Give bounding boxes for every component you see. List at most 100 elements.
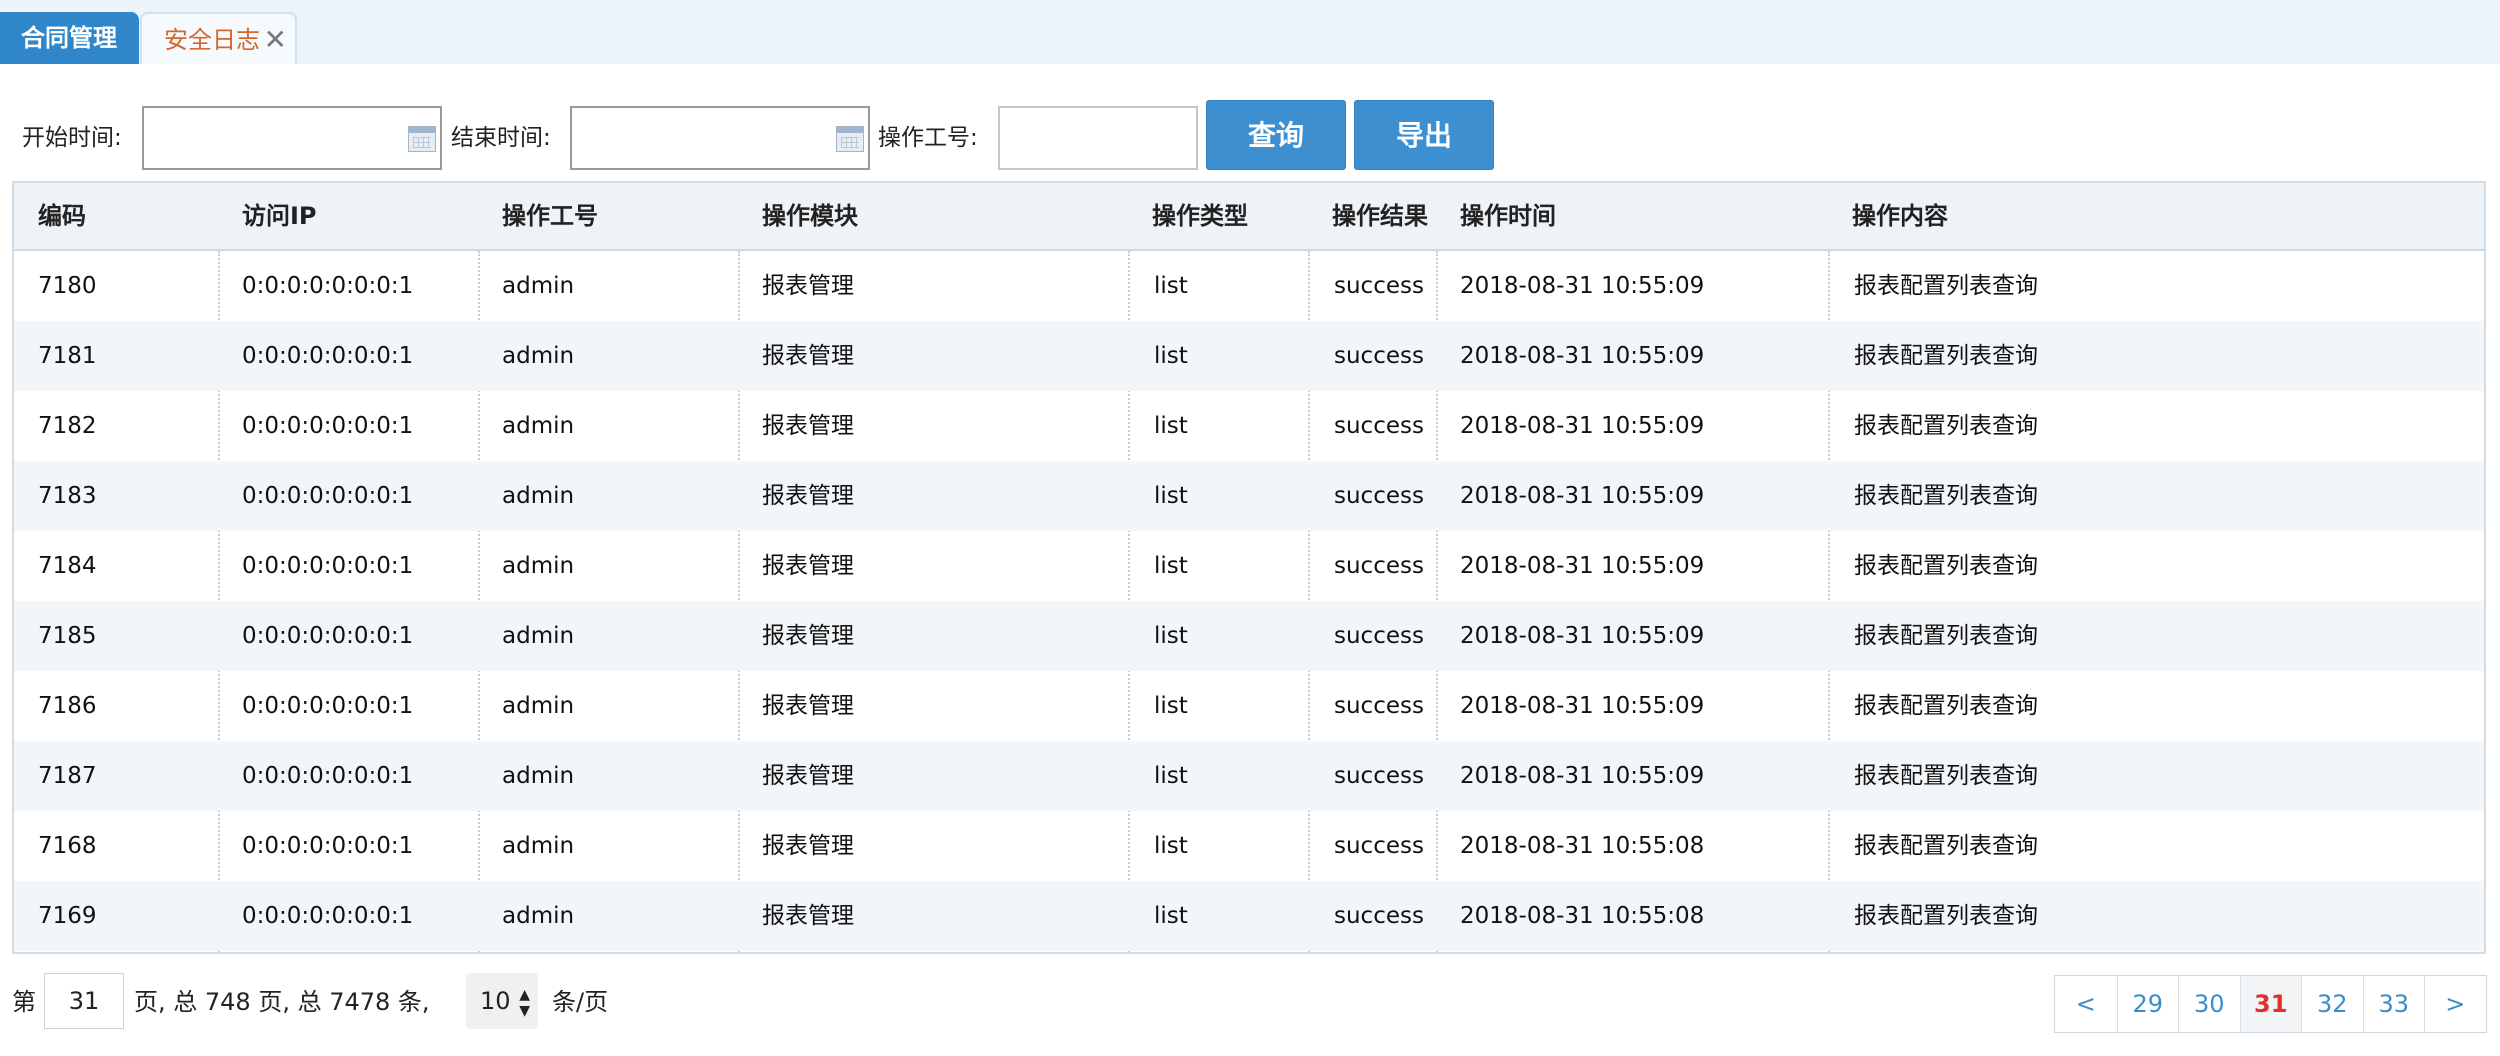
- close-icon[interactable]: ✕: [264, 14, 287, 66]
- cell-operator: admin: [502, 693, 575, 719]
- tab-contract-management[interactable]: 合同管理: [0, 12, 139, 64]
- cell-content: 报表配置列表查询: [1854, 833, 2038, 859]
- cell-code: 7183: [38, 483, 97, 509]
- col-header-module[interactable]: 操作模块: [762, 183, 858, 249]
- cell-time: 2018-08-31 10:55:09: [1460, 273, 1705, 299]
- page-link[interactable]: 32: [2301, 976, 2363, 1032]
- cell-module: 报表管理: [762, 413, 854, 439]
- cell-ip: 0:0:0:0:0:0:0:1: [242, 763, 414, 789]
- pager: < 29 30 31 32 33 >: [2054, 975, 2487, 1033]
- end-time-field[interactable]: [570, 106, 870, 170]
- col-header-content[interactable]: 操作内容: [1852, 183, 1948, 249]
- page-size-select[interactable]: 10 ▲ ▼: [466, 973, 538, 1029]
- cell-time: 2018-08-31 10:55:08: [1460, 833, 1705, 859]
- cell-module: 报表管理: [762, 343, 854, 369]
- table-row[interactable]: 7169 0:0:0:0:0:0:0:1 admin 报表管理 list suc…: [14, 881, 2484, 951]
- table-body: 7180 0:0:0:0:0:0:0:1 admin 报表管理 list suc…: [14, 251, 2484, 951]
- cell-result: success: [1334, 903, 1424, 929]
- page-link[interactable]: 33: [2362, 976, 2424, 1032]
- end-time-label: 结束时间:: [451, 125, 551, 151]
- cell-type: list: [1154, 273, 1188, 299]
- updown-arrow-icon: ▲ ▼: [519, 987, 530, 1019]
- cell-ip: 0:0:0:0:0:0:0:1: [242, 273, 414, 299]
- cell-content: 报表配置列表查询: [1854, 273, 2038, 299]
- table-row[interactable]: 7187 0:0:0:0:0:0:0:1 admin 报表管理 list suc…: [14, 741, 2484, 811]
- operator-id-field[interactable]: [998, 106, 1198, 170]
- export-button[interactable]: 导出: [1354, 100, 1494, 170]
- cell-code: 7181: [38, 343, 97, 369]
- page-summary: 页, 总 748 页, 总 7478 条,: [134, 988, 430, 1016]
- cell-type: list: [1154, 763, 1188, 789]
- table-row[interactable]: 7184 0:0:0:0:0:0:0:1 admin 报表管理 list suc…: [14, 531, 2484, 601]
- page-link[interactable]: 29: [2116, 976, 2178, 1032]
- cell-result: success: [1334, 553, 1424, 579]
- table-row[interactable]: 7168 0:0:0:0:0:0:0:1 admin 报表管理 list suc…: [14, 811, 2484, 881]
- tab-label: 合同管理: [21, 24, 117, 52]
- cell-operator: admin: [502, 833, 575, 859]
- cell-type: list: [1154, 343, 1188, 369]
- table-header: 编码 访问IP 操作工号 操作模块 操作类型 操作结果 操作时间 操作内容: [14, 183, 2484, 251]
- cell-result: success: [1334, 343, 1424, 369]
- cell-module: 报表管理: [762, 903, 854, 929]
- operator-id-input[interactable]: [1000, 108, 1169, 170]
- table-row[interactable]: 7185 0:0:0:0:0:0:0:1 admin 报表管理 list suc…: [14, 601, 2484, 671]
- col-header-type[interactable]: 操作类型: [1152, 183, 1248, 249]
- cell-ip: 0:0:0:0:0:0:0:1: [242, 413, 414, 439]
- start-time-field[interactable]: [142, 106, 442, 170]
- cell-module: 报表管理: [762, 693, 854, 719]
- cell-time: 2018-08-31 10:55:08: [1460, 903, 1705, 929]
- col-header-operator[interactable]: 操作工号: [502, 183, 598, 249]
- cell-code: 7185: [38, 623, 97, 649]
- cell-operator: admin: [502, 413, 575, 439]
- cell-operator: admin: [502, 343, 575, 369]
- cell-type: list: [1154, 903, 1188, 929]
- cell-operator: admin: [502, 273, 575, 299]
- page-number-input[interactable]: 31: [44, 973, 124, 1029]
- tab-label: 安全日志: [164, 26, 260, 54]
- cell-time: 2018-08-31 10:55:09: [1460, 763, 1705, 789]
- page-size-value: 10: [480, 987, 511, 1015]
- cell-content: 报表配置列表查询: [1854, 693, 2038, 719]
- cell-time: 2018-08-31 10:55:09: [1460, 693, 1705, 719]
- query-button[interactable]: 查询: [1206, 100, 1346, 170]
- cell-type: list: [1154, 623, 1188, 649]
- calendar-icon[interactable]: [836, 126, 864, 152]
- col-header-code[interactable]: 编码: [38, 183, 86, 249]
- calendar-icon[interactable]: [408, 126, 436, 152]
- cell-type: list: [1154, 413, 1188, 439]
- start-time-input[interactable]: [144, 108, 393, 170]
- prev-page-button[interactable]: <: [2055, 976, 2117, 1032]
- cell-code: 7180: [38, 273, 97, 299]
- cell-code: 7186: [38, 693, 97, 719]
- cell-operator: admin: [502, 903, 575, 929]
- cell-ip: 0:0:0:0:0:0:0:1: [242, 553, 414, 579]
- cell-module: 报表管理: [762, 763, 854, 789]
- table-row[interactable]: 7181 0:0:0:0:0:0:0:1 admin 报表管理 list suc…: [14, 321, 2484, 391]
- tab-security-log[interactable]: 安全日志 ✕: [140, 12, 297, 64]
- cell-code: 7187: [38, 763, 97, 789]
- page-link-current[interactable]: 31: [2239, 976, 2301, 1032]
- table-row[interactable]: 7186 0:0:0:0:0:0:0:1 admin 报表管理 list suc…: [14, 671, 2484, 741]
- end-time-input[interactable]: [572, 108, 821, 170]
- cell-content: 报表配置列表查询: [1854, 483, 2038, 509]
- cell-content: 报表配置列表查询: [1854, 343, 2038, 369]
- table-row[interactable]: 7183 0:0:0:0:0:0:0:1 admin 报表管理 list suc…: [14, 461, 2484, 531]
- next-page-button[interactable]: >: [2424, 976, 2486, 1032]
- cell-result: success: [1334, 833, 1424, 859]
- col-header-ip[interactable]: 访问IP: [242, 183, 317, 249]
- log-table: 编码 访问IP 操作工号 操作模块 操作类型 操作结果 操作时间 操作内容 71…: [12, 181, 2486, 954]
- cell-ip: 0:0:0:0:0:0:0:1: [242, 483, 414, 509]
- cell-time: 2018-08-31 10:55:09: [1460, 413, 1705, 439]
- page-prefix: 第: [12, 988, 36, 1016]
- table-row[interactable]: 7180 0:0:0:0:0:0:0:1 admin 报表管理 list suc…: [14, 251, 2484, 321]
- col-header-result[interactable]: 操作结果: [1332, 183, 1428, 249]
- page-size-suffix: 条/页: [552, 988, 609, 1016]
- page-link[interactable]: 30: [2178, 976, 2240, 1032]
- cell-time: 2018-08-31 10:55:09: [1460, 483, 1705, 509]
- cell-result: success: [1334, 763, 1424, 789]
- col-header-time[interactable]: 操作时间: [1460, 183, 1556, 249]
- cell-type: list: [1154, 483, 1188, 509]
- cell-ip: 0:0:0:0:0:0:0:1: [242, 343, 414, 369]
- table-row[interactable]: 7182 0:0:0:0:0:0:0:1 admin 报表管理 list suc…: [14, 391, 2484, 461]
- cell-result: success: [1334, 483, 1424, 509]
